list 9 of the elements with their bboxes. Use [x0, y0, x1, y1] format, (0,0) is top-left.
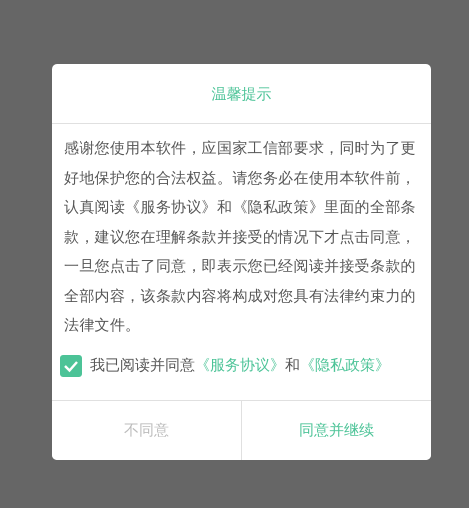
agree-checkbox[interactable]: [60, 354, 82, 376]
policy-link[interactable]: 《服务协议》: [195, 356, 285, 375]
checkmark-icon: [63, 358, 79, 372]
notice-paragraph: 感谢您使用本软件，应国家工信部要求，同时为了更好地保护您的合法权益。请您务必在使用本软件前，认真阅读《服务协议》和《隐私政策》里面的全部条款，建议您在理解条款并接受的情况下才点击同意，一旦您点击了同意，即表示您已经阅读并接受条款的全部内容，该条款内容将构成对您具有法律约束力的法律文件。: [64, 138, 417, 336]
consent-text: 和: [285, 356, 300, 375]
dialog-title: 温馨提示: [52, 64, 431, 124]
agree-button[interactable]: 同意并继续: [241, 401, 431, 460]
policy-link[interactable]: 《隐私政策》: [300, 356, 390, 375]
consent-text: 我已阅读并同意: [90, 356, 195, 375]
